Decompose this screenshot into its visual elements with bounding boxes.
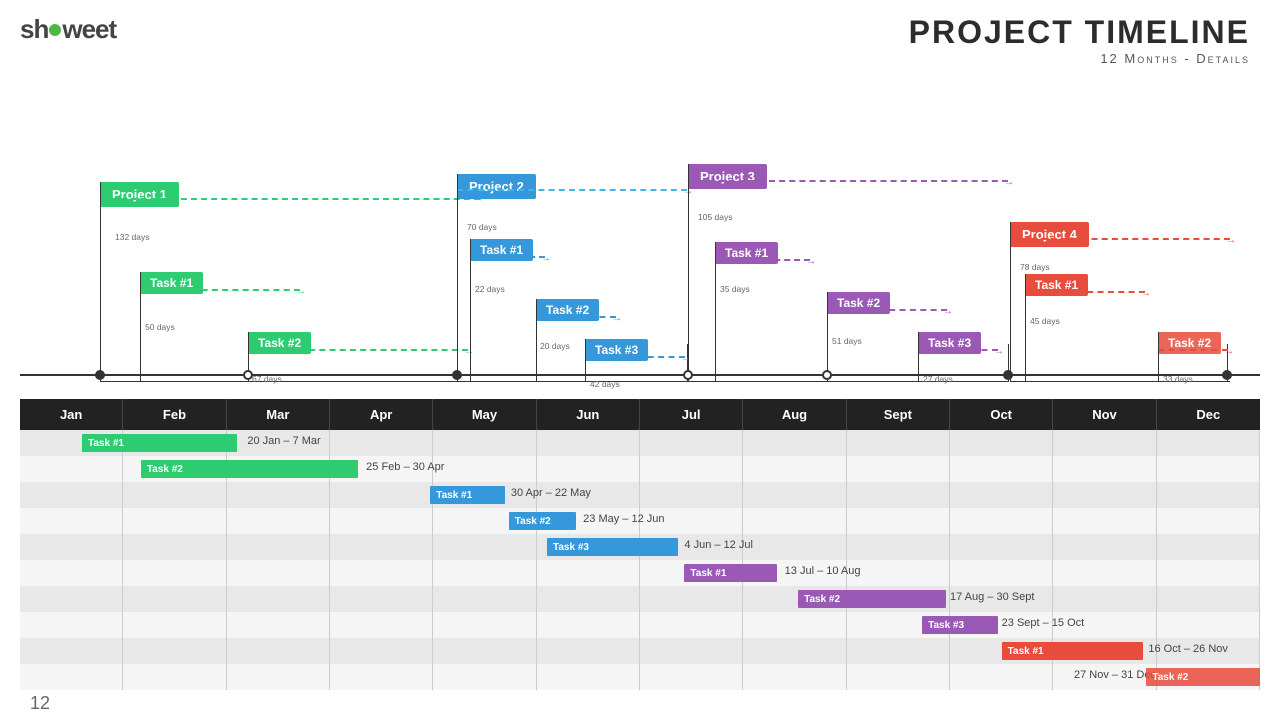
task-date-p3t2: 17 Aug – 30 Sept — [950, 591, 1034, 603]
gantt-area: Project 1 → 132 days Task #1 → 50 days T… — [20, 74, 1260, 394]
task-bar-p2t2: Task #2 — [509, 512, 576, 530]
p1-days: 132 days — [115, 232, 150, 242]
logo-text-before: sh — [20, 14, 48, 45]
month-oct: Oct — [950, 399, 1053, 430]
title-area: Project Timeline 12 Months - Details — [909, 14, 1250, 66]
bottom-table: Jan Feb Mar Apr May Jun Jul Aug Sept Oct… — [20, 399, 1260, 690]
logo-dot — [49, 24, 61, 36]
dot-6 — [1003, 370, 1013, 380]
page-number: 12 — [30, 693, 50, 714]
task-bar-p2t1: Task #1 — [430, 486, 504, 504]
month-header: Jan Feb Mar Apr May Jun Jul Aug Sept Oct… — [20, 399, 1260, 430]
table-row: Task #3 23 Sept – 15 Oct — [20, 612, 1260, 638]
dot-1 — [95, 370, 105, 380]
p1-t1-dashed — [140, 289, 300, 291]
task-bar-p1t1: Task #1 — [82, 434, 237, 452]
task-bar-p3t3: Task #3 — [922, 616, 997, 634]
table-row: Task #3 4 Jun – 12 Jul — [20, 534, 1260, 560]
logo: sh weet — [20, 14, 116, 45]
project2-box: Project 2 — [457, 174, 536, 199]
task-bar-p2t3: Task #3 — [547, 538, 678, 556]
dot-2 — [243, 370, 253, 380]
task-bar-p1t2: Task #2 — [141, 460, 358, 478]
dot-5 — [822, 370, 832, 380]
month-feb: Feb — [123, 399, 226, 430]
task-date-p1t2: 25 Feb – 30 Apr — [366, 461, 444, 473]
month-jun: Jun — [537, 399, 640, 430]
month-mar: Mar — [227, 399, 330, 430]
dot-3 — [452, 370, 462, 380]
task-bar-p4t2: Task #2 — [1146, 668, 1260, 686]
dot-4 — [683, 370, 693, 380]
table-row: Task #2 25 Feb – 30 Apr — [20, 456, 1260, 482]
month-jan: Jan — [20, 399, 123, 430]
task-date-p2t2: 23 May – 12 Jun — [583, 513, 664, 525]
task-date-p3t1: 13 Jul – 10 Aug — [785, 565, 861, 577]
month-dec: Dec — [1157, 399, 1260, 430]
table-row: Task #2 17 Aug – 30 Sept — [20, 586, 1260, 612]
header: sh weet Project Timeline 12 Months - Det… — [0, 0, 1280, 66]
p1-dashed — [100, 198, 480, 200]
task-date-p2t1: 30 Apr – 22 May — [511, 487, 591, 499]
table-row: Task #1 16 Oct – 26 Nov — [20, 638, 1260, 664]
month-nov: Nov — [1053, 399, 1156, 430]
task-bar-p3t2: Task #2 — [798, 590, 946, 608]
task-bar-p4t1: Task #1 — [1002, 642, 1144, 660]
project3-box: Project 3 — [688, 164, 767, 189]
table-row: Task #1 30 Apr – 22 May — [20, 482, 1260, 508]
logo-text-after: weet — [62, 14, 116, 45]
month-may: May — [433, 399, 536, 430]
table-row: Task #1 13 Jul – 10 Aug — [20, 560, 1260, 586]
task-date-p4t2-left: 27 Nov – 31 Dec — [1074, 669, 1156, 681]
task-date-p3t3: 23 Sept – 15 Oct — [1002, 617, 1085, 629]
p1-hbracket — [100, 381, 480, 382]
dot-7 — [1222, 370, 1232, 380]
table-row: Task #1 20 Jan – 7 Mar — [20, 430, 1260, 456]
subtitle: 12 Months - Details — [909, 51, 1250, 66]
timeline-bar — [20, 374, 1260, 376]
month-sept: Sept — [847, 399, 950, 430]
main-title: Project Timeline — [909, 14, 1250, 51]
month-jul: Jul — [640, 399, 743, 430]
task-date-p4t1: 16 Oct – 26 Nov — [1148, 643, 1228, 655]
month-apr: Apr — [330, 399, 433, 430]
task-date-p1t1: 20 Jan – 7 Mar — [247, 435, 320, 447]
task-rows-container: Task #1 20 Jan – 7 Mar Task #2 25 Feb – … — [20, 430, 1260, 690]
task-date-p2t3: 4 Jun – 12 Jul — [684, 539, 753, 551]
table-row: Task #2 23 May – 12 Jun — [20, 508, 1260, 534]
project4-box: Project 4 — [1010, 222, 1089, 247]
project1-box: Project 1 — [100, 182, 179, 207]
task-bar-p3t1: Task #1 — [684, 564, 777, 582]
month-aug: Aug — [743, 399, 846, 430]
table-row: 27 Nov – 31 Dec Task #2 — [20, 664, 1260, 690]
